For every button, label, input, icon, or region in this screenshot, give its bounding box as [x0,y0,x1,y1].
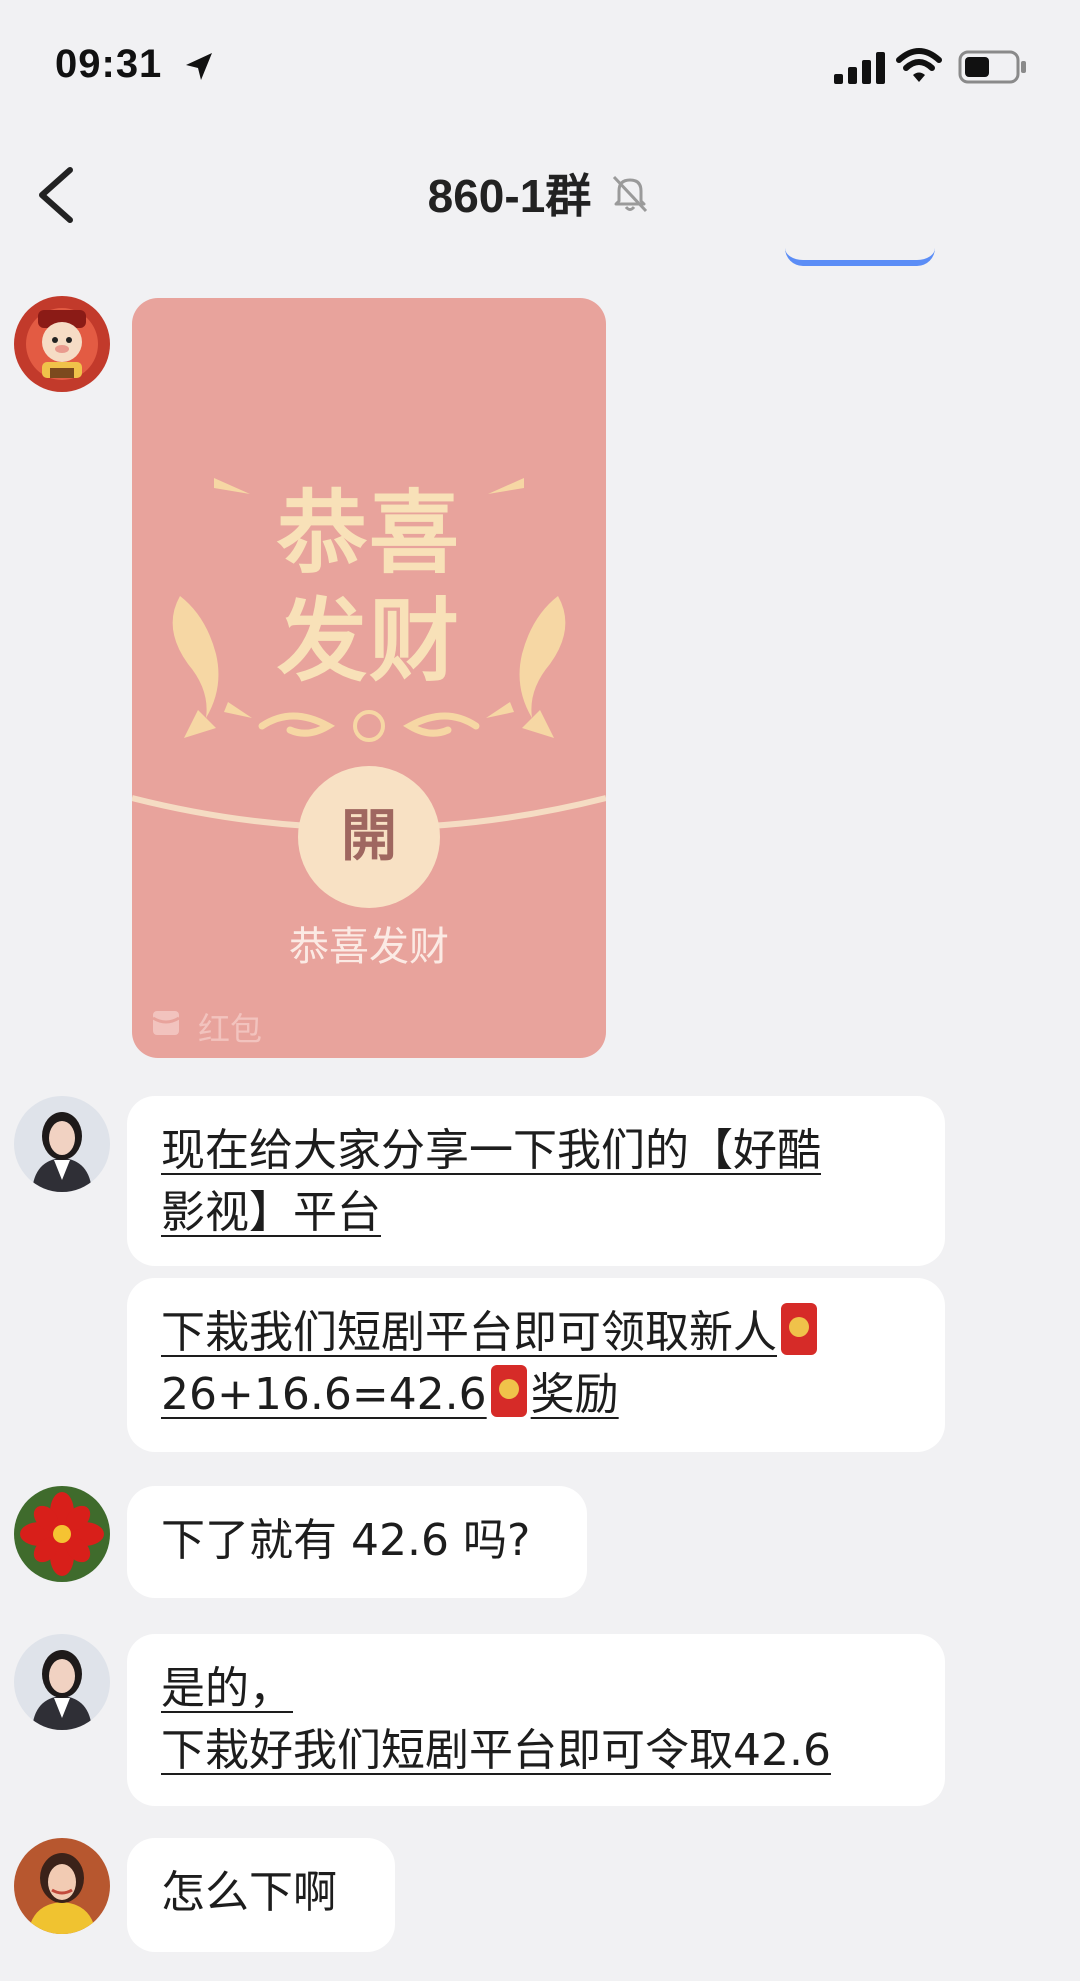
message-text: 下栽好我们短剧平台即可令取42.6 [161,1725,831,1776]
avatar-sender-5[interactable] [14,1838,110,1934]
message-text: 影视】平台 [161,1187,381,1238]
red-packet-label: 红包 [198,1010,263,1048]
avatar-sender-3[interactable] [14,1486,110,1582]
message-text: 是的， [161,1663,293,1714]
avatar-sender-4[interactable] [14,1634,110,1730]
message-bubble-1[interactable]: 现在给大家分享一下我们的【好酷 影视】平台 [127,1096,945,1266]
message-text: 现在给大家分享一下我们的【好酷 [161,1125,821,1176]
message-text: 奖励 [530,1369,619,1420]
message-text: 下了就有 42.6 吗? [161,1515,531,1566]
cellular-signal-icon [834,52,885,84]
person-avatar-icon [14,1096,110,1192]
red-packet-small-icon [152,1011,180,1035]
message-bubble-3[interactable]: 下了就有 42.6 吗? [127,1486,587,1598]
message-bubble-5[interactable]: 怎么下啊 [127,1838,395,1952]
previous-message-edge [785,248,935,266]
group-title[interactable]: 860-1群 [428,170,592,222]
message-text: 下栽我们短剧平台即可领取新人 [161,1307,777,1358]
flower-avatar-icon [14,1486,110,1582]
status-bar: 09:31 [0,0,1080,130]
red-envelope-emoji-icon [490,1365,527,1417]
muted-bell-icon [613,175,648,213]
message-text: 26+16.6=42.6 [161,1369,487,1420]
message-text: 怎么下啊 [161,1867,337,1918]
message-bubble-4[interactable]: 是的， 下栽好我们短剧平台即可令取42.6 [127,1634,945,1806]
status-time: 09:31 [55,42,163,86]
red-packet-title-line2: 发财 [277,589,461,694]
avatar-sender-1[interactable] [14,296,110,392]
person-avatar-icon [14,1838,110,1934]
red-envelope-emoji-icon [781,1303,817,1355]
location-arrow-icon [186,53,212,80]
cartoon-avatar-icon [14,296,110,392]
wifi-icon [896,48,942,82]
red-packet-greeting: 恭喜发财 [289,924,449,970]
red-packet-card[interactable]: 恭喜 发财 開 恭喜发财 红包 [132,298,606,1058]
battery-icon [958,50,1026,84]
chat-header: 860-1群 [0,140,1080,250]
message-bubble-2[interactable]: 下栽我们短剧平台即可领取新人 26+16.6=42.6 奖励 [127,1278,945,1452]
open-red-packet-button[interactable]: 開 [298,766,440,908]
avatar-sender-2[interactable] [14,1096,110,1192]
red-packet-title-line1: 恭喜 [277,481,461,586]
person-avatar-icon [14,1634,110,1730]
